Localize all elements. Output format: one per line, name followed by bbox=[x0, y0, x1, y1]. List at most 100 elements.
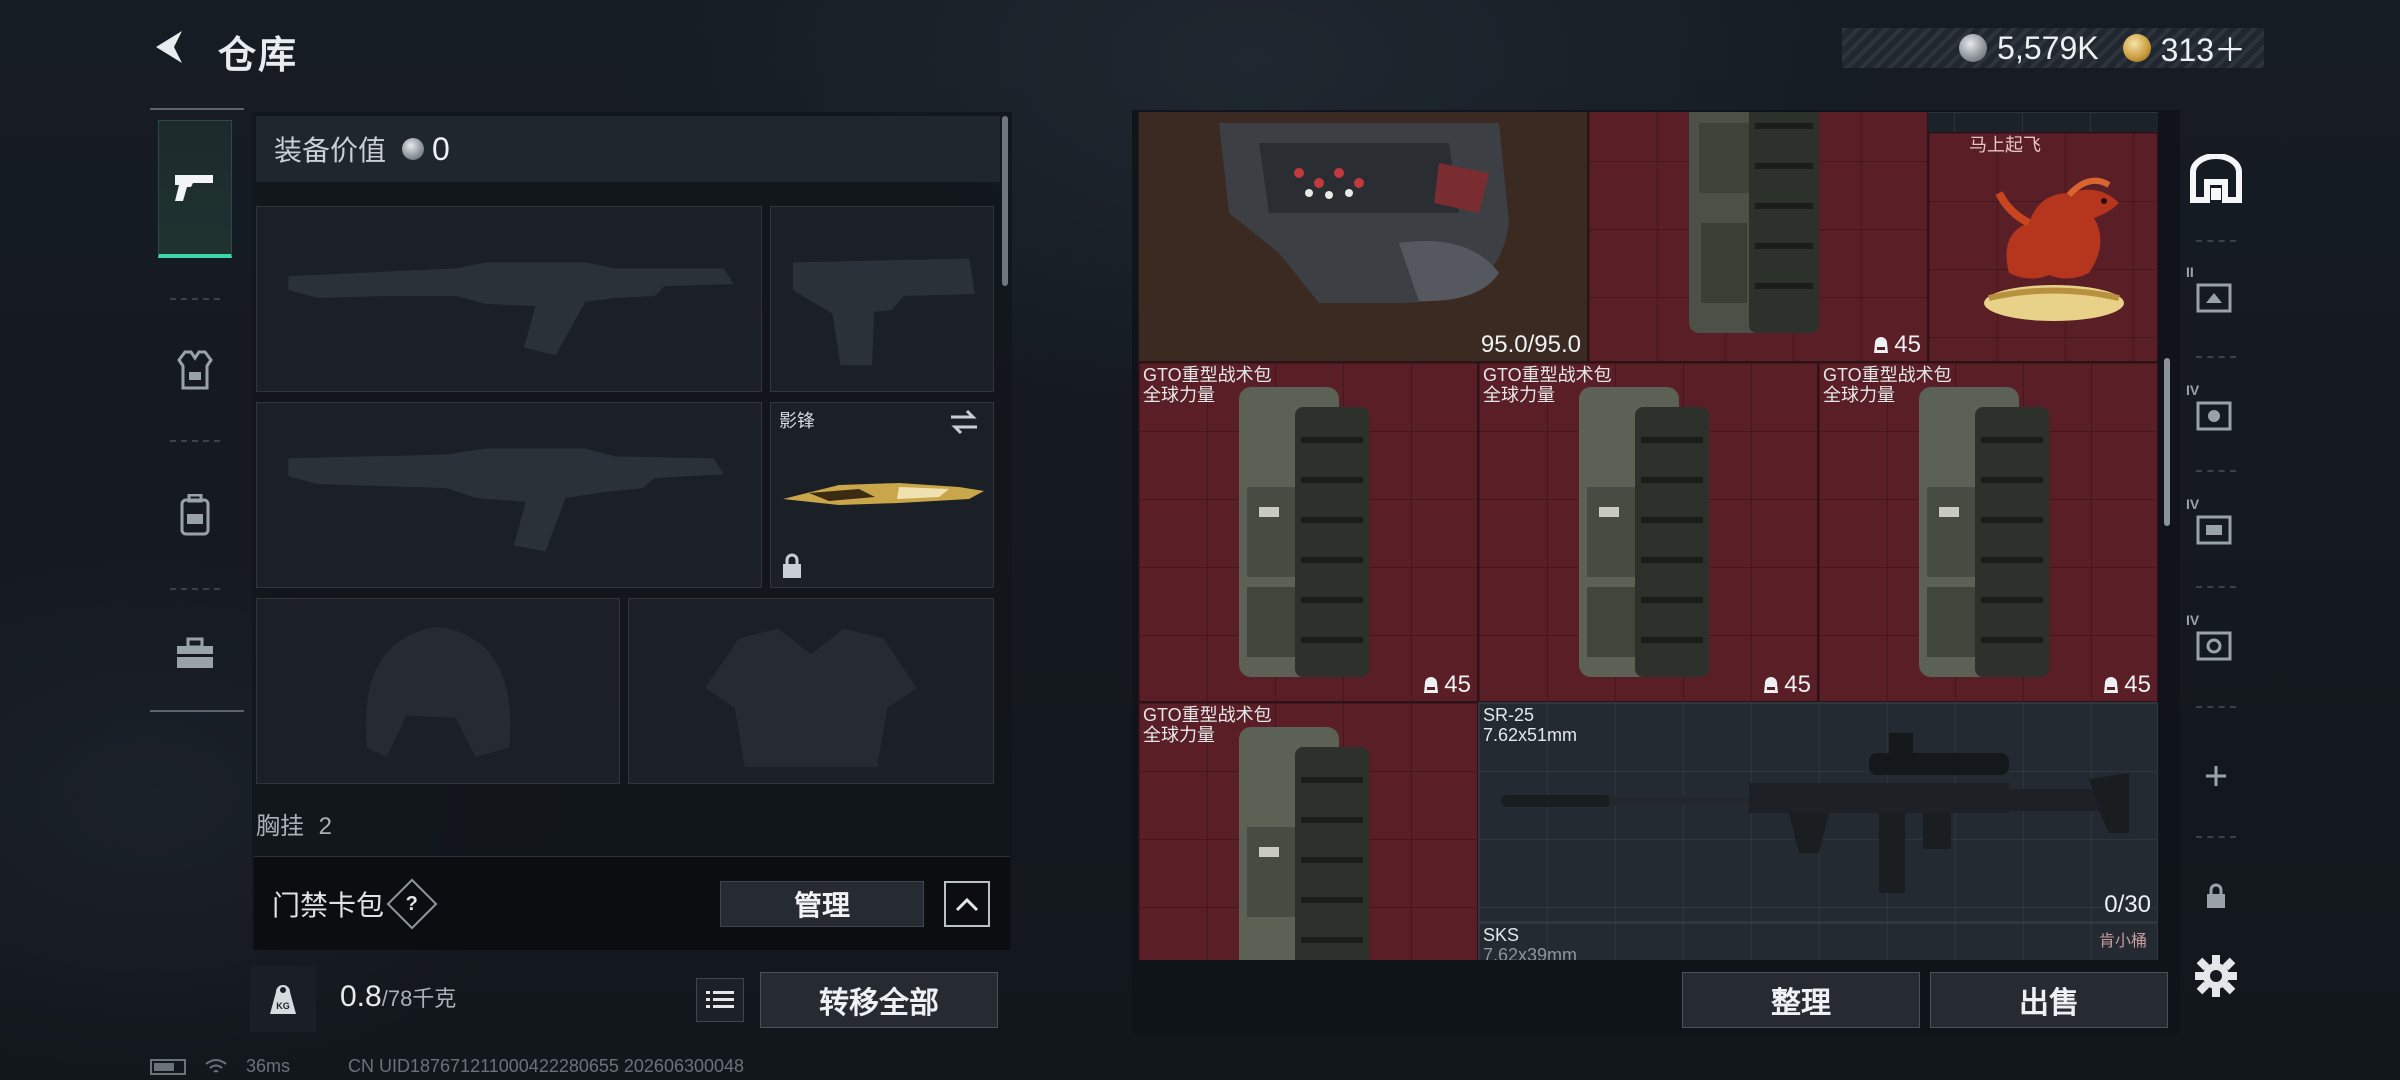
stash-page-3[interactable]: IV bbox=[2182, 364, 2250, 464]
ping-value: 36ms bbox=[246, 1056, 291, 1076]
capacity-icon bbox=[2104, 677, 2119, 693]
backpack-icon bbox=[1919, 387, 2049, 677]
carry-weight: 0.8/78千克 bbox=[340, 980, 456, 1014]
melee-weapon-name: 影锋 bbox=[779, 411, 815, 431]
backpack-icon bbox=[1579, 387, 1709, 677]
tab-weapons[interactable] bbox=[158, 120, 232, 258]
pistol-silhouette-icon bbox=[792, 258, 975, 366]
stash-grid: 95.0/95.0 45 马上起飞 GTO重型战术包 全球力量 45 GTO重型… bbox=[1138, 112, 2158, 960]
stash-page-4-icon bbox=[2196, 515, 2232, 545]
settings-button[interactable] bbox=[2182, 926, 2250, 1026]
primary-weapon-slot[interactable] bbox=[256, 206, 762, 392]
add-page-button[interactable] bbox=[2182, 726, 2250, 826]
backpack-capacity: 45 bbox=[1872, 331, 1921, 359]
tab-armor[interactable] bbox=[158, 310, 232, 430]
stash-item-gto-backpack[interactable]: GTO重型战术包 全球力量 bbox=[1138, 702, 1478, 960]
stash-item-horse-statue[interactable]: 马上起飞 bbox=[1928, 132, 2158, 362]
knife-icon bbox=[783, 483, 984, 505]
item-subtitle: 全球力量 bbox=[1143, 385, 1215, 405]
stash-item-gto-backpack[interactable]: GTO重型战术包 全球力量 45 bbox=[1138, 362, 1478, 702]
back-arrow-icon bbox=[156, 31, 182, 63]
backpack-icon bbox=[180, 494, 210, 536]
stash-page-5[interactable]: IV bbox=[2182, 594, 2250, 694]
golden-horse-icon bbox=[1984, 177, 2124, 321]
stash-page-tag: IV bbox=[2186, 612, 2200, 628]
chevron-up-icon bbox=[955, 897, 979, 912]
backpack-capacity: 45 bbox=[1762, 671, 1811, 699]
backpack-capacity-value: 45 bbox=[1444, 671, 1471, 698]
sell-button[interactable]: 出售 bbox=[1930, 972, 2168, 1028]
user-uid: CN UID187671211000422280655 202606300048 bbox=[348, 1056, 745, 1076]
equipment-scrollbar[interactable] bbox=[1002, 116, 1008, 286]
page-title: 仓库 bbox=[218, 35, 299, 77]
stash-page-rail: II IV IV IV bbox=[2182, 110, 2250, 1040]
equipment-value-header: 装备价值 0 bbox=[256, 116, 1000, 182]
gold-currency-value: 313＋ bbox=[2160, 32, 2246, 68]
chest-rig-count: 2 bbox=[318, 813, 333, 840]
backpack-icon bbox=[1689, 112, 1819, 333]
stash-scrollbar[interactable] bbox=[2164, 358, 2170, 526]
chest-rig-text: 胸挂 bbox=[256, 813, 304, 840]
capacity-icon bbox=[1764, 677, 1779, 693]
item-name: SKS bbox=[1483, 925, 1520, 945]
access-card-label: 门禁卡包 bbox=[272, 889, 385, 921]
help-glyph: ? bbox=[405, 892, 419, 914]
helmet-silhouette-icon bbox=[365, 626, 511, 758]
silver-currency-value: 5,579K bbox=[1997, 29, 2099, 66]
sidearm-slot[interactable] bbox=[770, 206, 994, 392]
side-tab-rail bbox=[150, 108, 244, 712]
item-name: 马上起飞 bbox=[1969, 135, 2041, 155]
stash-page-tag: IV bbox=[2186, 382, 2200, 398]
help-icon[interactable]: ? bbox=[386, 878, 438, 929]
item-subtitle: 全球力量 bbox=[1483, 385, 1555, 405]
stash-main-icon[interactable] bbox=[2182, 124, 2250, 234]
transfer-all-button[interactable]: 转移全部 bbox=[760, 972, 998, 1028]
helmet-slot[interactable] bbox=[256, 598, 620, 784]
access-card-bar: 门禁卡包 ? 管理 bbox=[254, 856, 1010, 950]
melee-slot[interactable]: 影锋 bbox=[770, 402, 994, 588]
list-view-button[interactable] bbox=[696, 978, 744, 1022]
weight-indicator: KG bbox=[250, 966, 316, 1032]
settings-gear-icon bbox=[2195, 955, 2237, 997]
tab-supplies[interactable] bbox=[158, 598, 232, 708]
item-subtitle: 全球力量 bbox=[1823, 385, 1895, 405]
battery-icon bbox=[150, 1058, 186, 1075]
rifle-silhouette-icon bbox=[288, 448, 724, 552]
back-button[interactable] bbox=[145, 22, 195, 72]
carry-weight-capacity: /78千克 bbox=[381, 986, 457, 1011]
stash-page-5-icon bbox=[2196, 631, 2232, 661]
secondary-weapon-slot[interactable] bbox=[256, 402, 762, 588]
expand-button[interactable] bbox=[944, 881, 990, 927]
sniper-rifle-icon bbox=[1501, 733, 2129, 893]
sort-button[interactable]: 整理 bbox=[1682, 972, 1920, 1028]
stash-item-gto-backpack[interactable]: GTO重型战术包 全球力量 45 bbox=[1818, 362, 2158, 702]
stash-page-2[interactable]: II bbox=[2182, 246, 2250, 346]
vest-icon bbox=[177, 350, 213, 390]
armor-durability: 95.0/95.0 bbox=[1480, 331, 1581, 358]
stash-item-armor[interactable]: 95.0/95.0 bbox=[1138, 112, 1588, 362]
rifle-silhouette-icon bbox=[288, 262, 734, 356]
gold-coin-icon bbox=[2122, 34, 2151, 62]
stash-page-tag: IV bbox=[2186, 496, 2200, 512]
wifi-icon bbox=[205, 1058, 227, 1073]
equipment-value-label: 装备价值 bbox=[274, 135, 387, 166]
stash-item-gto-backpack[interactable]: GTO重型战术包 全球力量 45 bbox=[1478, 362, 1818, 702]
stash-page-2-icon bbox=[2196, 283, 2232, 313]
stash-item-sks[interactable]: SKS 7.62x39mm 肯小桶 bbox=[1478, 922, 2158, 960]
stash-page-4[interactable]: IV bbox=[2182, 478, 2250, 578]
backpack-icon bbox=[1239, 727, 1369, 960]
item-owner-tag: 肯小桶 bbox=[2098, 933, 2147, 950]
capacity-icon bbox=[1874, 337, 1889, 353]
swap-arrows-icon[interactable] bbox=[949, 409, 979, 435]
tab-backpack[interactable] bbox=[158, 450, 232, 580]
add-page-icon bbox=[2206, 766, 2226, 786]
backpack-capacity-value: 45 bbox=[1784, 671, 1811, 698]
backpack-capacity-value: 45 bbox=[2124, 671, 2151, 698]
lock-icon bbox=[783, 553, 801, 578]
stash-item-sr25[interactable]: SR-25 7.62x51mm 0/30 bbox=[1478, 702, 2158, 922]
manage-button[interactable]: 管理 bbox=[720, 881, 924, 927]
toolbox-icon bbox=[177, 637, 213, 668]
body-armor-slot[interactable] bbox=[628, 598, 994, 784]
stash-item-backpack-top[interactable]: 45 bbox=[1588, 112, 1928, 362]
backpack-icon bbox=[1239, 387, 1369, 677]
